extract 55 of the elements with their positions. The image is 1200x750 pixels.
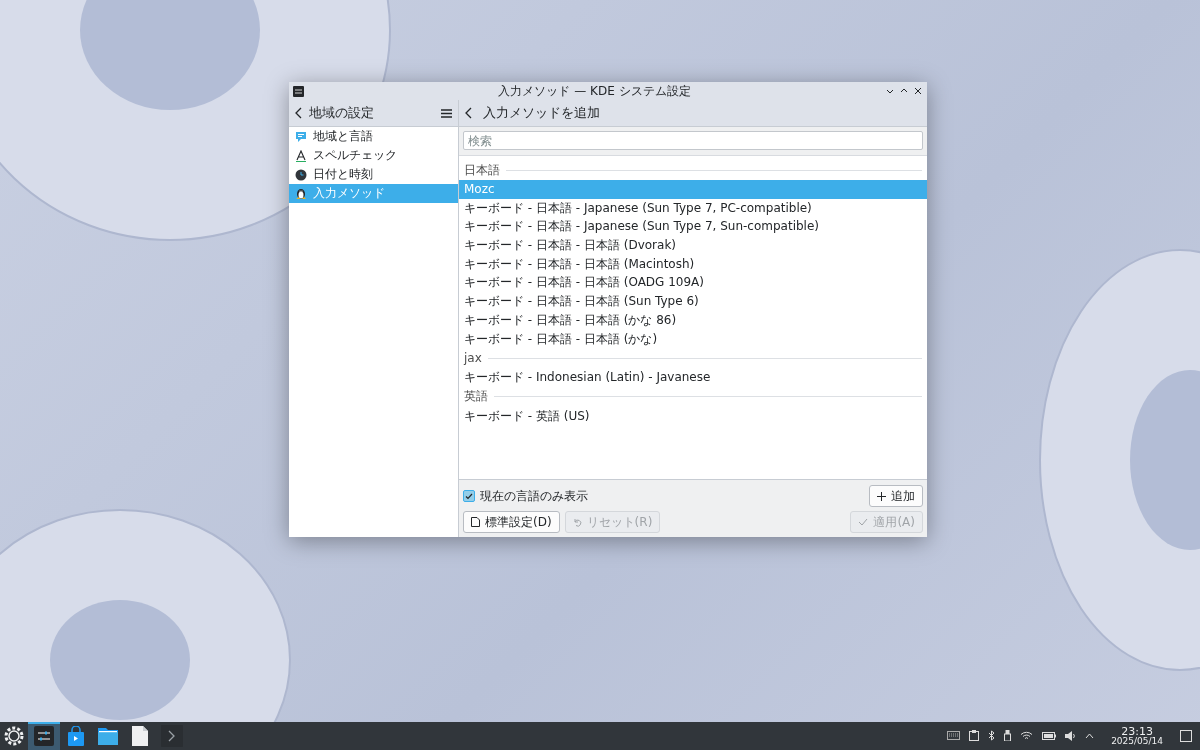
- sidebar-item[interactable]: スペルチェック: [289, 146, 458, 165]
- taskbar-button[interactable]: [28, 722, 60, 750]
- list-item[interactable]: キーボード - 日本語 - Japanese (Sun Type 7, PC-compatible): [459, 198, 927, 218]
- search-field[interactable]: 検索: [463, 131, 923, 150]
- checkbox[interactable]: [463, 490, 475, 502]
- clock-time[interactable]: 23:13: [1121, 725, 1153, 738]
- clipboard-icon[interactable]: [969, 730, 980, 742]
- document-icon: [132, 726, 148, 746]
- usb-drive-icon[interactable]: [1004, 730, 1012, 742]
- list-item[interactable]: キーボード - 日本語 - 日本語 (OADG 109A): [459, 273, 927, 293]
- app-icon: [293, 85, 304, 97]
- penguin-icon: [295, 187, 307, 200]
- folder-icon: [98, 727, 118, 745]
- keyboard-icon[interactable]: [947, 731, 961, 741]
- sidebar-item[interactable]: 日付と時刻: [289, 165, 458, 184]
- page-title: 入力メソッドを追加: [483, 104, 601, 122]
- clock-icon: [295, 168, 307, 181]
- shopping-bag-icon: [67, 726, 85, 746]
- list-item[interactable]: キーボード - 日本語 - 日本語 (かな): [459, 329, 927, 349]
- group-heading: jax: [464, 351, 482, 366]
- back-button[interactable]: [465, 107, 473, 119]
- add-button[interactable]: 追加: [869, 485, 923, 507]
- list-item[interactable]: キーボード - 英語 (US): [459, 406, 927, 426]
- window-title: 入力メソッド — KDE システム設定: [497, 82, 692, 100]
- wifi-icon[interactable]: [1020, 731, 1034, 741]
- defaults-button[interactable]: 標準設定(D): [463, 511, 560, 533]
- list-item[interactable]: キーボード - 日本語 - 日本語 (かな 86): [459, 310, 927, 330]
- list-item[interactable]: キーボード - 日本語 - 日本語 (Sun Type 6): [459, 292, 927, 311]
- launcher-gear-icon[interactable]: [4, 726, 24, 746]
- group-heading: 日本語: [464, 161, 500, 179]
- show-desktop-button[interactable]: [1180, 730, 1192, 742]
- menu-button[interactable]: [441, 108, 452, 118]
- chevron-up-icon[interactable]: [1085, 733, 1095, 739]
- clock-date[interactable]: 2025/05/14: [1111, 737, 1163, 747]
- close-button[interactable]: [913, 86, 923, 96]
- battery-icon[interactable]: [1042, 732, 1057, 740]
- undo-arrow-icon: [572, 517, 582, 527]
- sidebar-item[interactable]: 地域と言語: [289, 127, 458, 146]
- plus-icon: [877, 491, 886, 501]
- speech-bubble-icon: [295, 130, 307, 143]
- bluetooth-icon[interactable]: [988, 730, 996, 742]
- list-item[interactable]: キーボード - 日本語 - 日本語 (Macintosh): [459, 254, 927, 274]
- sliders-icon: [34, 726, 54, 746]
- document-icon: [471, 517, 480, 527]
- checkmark-icon: [858, 518, 869, 526]
- list-item[interactable]: キーボード - 日本語 - 日本語 (Dvorak): [459, 236, 927, 255]
- checkbox-label: 現在の言語のみ表示: [480, 487, 588, 505]
- speaker-icon[interactable]: [1065, 731, 1077, 741]
- group-heading: 英語: [464, 388, 488, 406]
- list-item[interactable]: キーボード - 日本語 - Japanese (Sun Type 7, Sun-compatible): [459, 217, 927, 237]
- terminal-icon: [161, 725, 183, 747]
- list-item[interactable]: キーボード - Indonesian (Latin) - Javanese: [459, 368, 927, 387]
- sidebar-title: 地域の設定: [309, 104, 375, 122]
- back-button[interactable]: [295, 107, 303, 119]
- letter-a-icon: [295, 149, 307, 162]
